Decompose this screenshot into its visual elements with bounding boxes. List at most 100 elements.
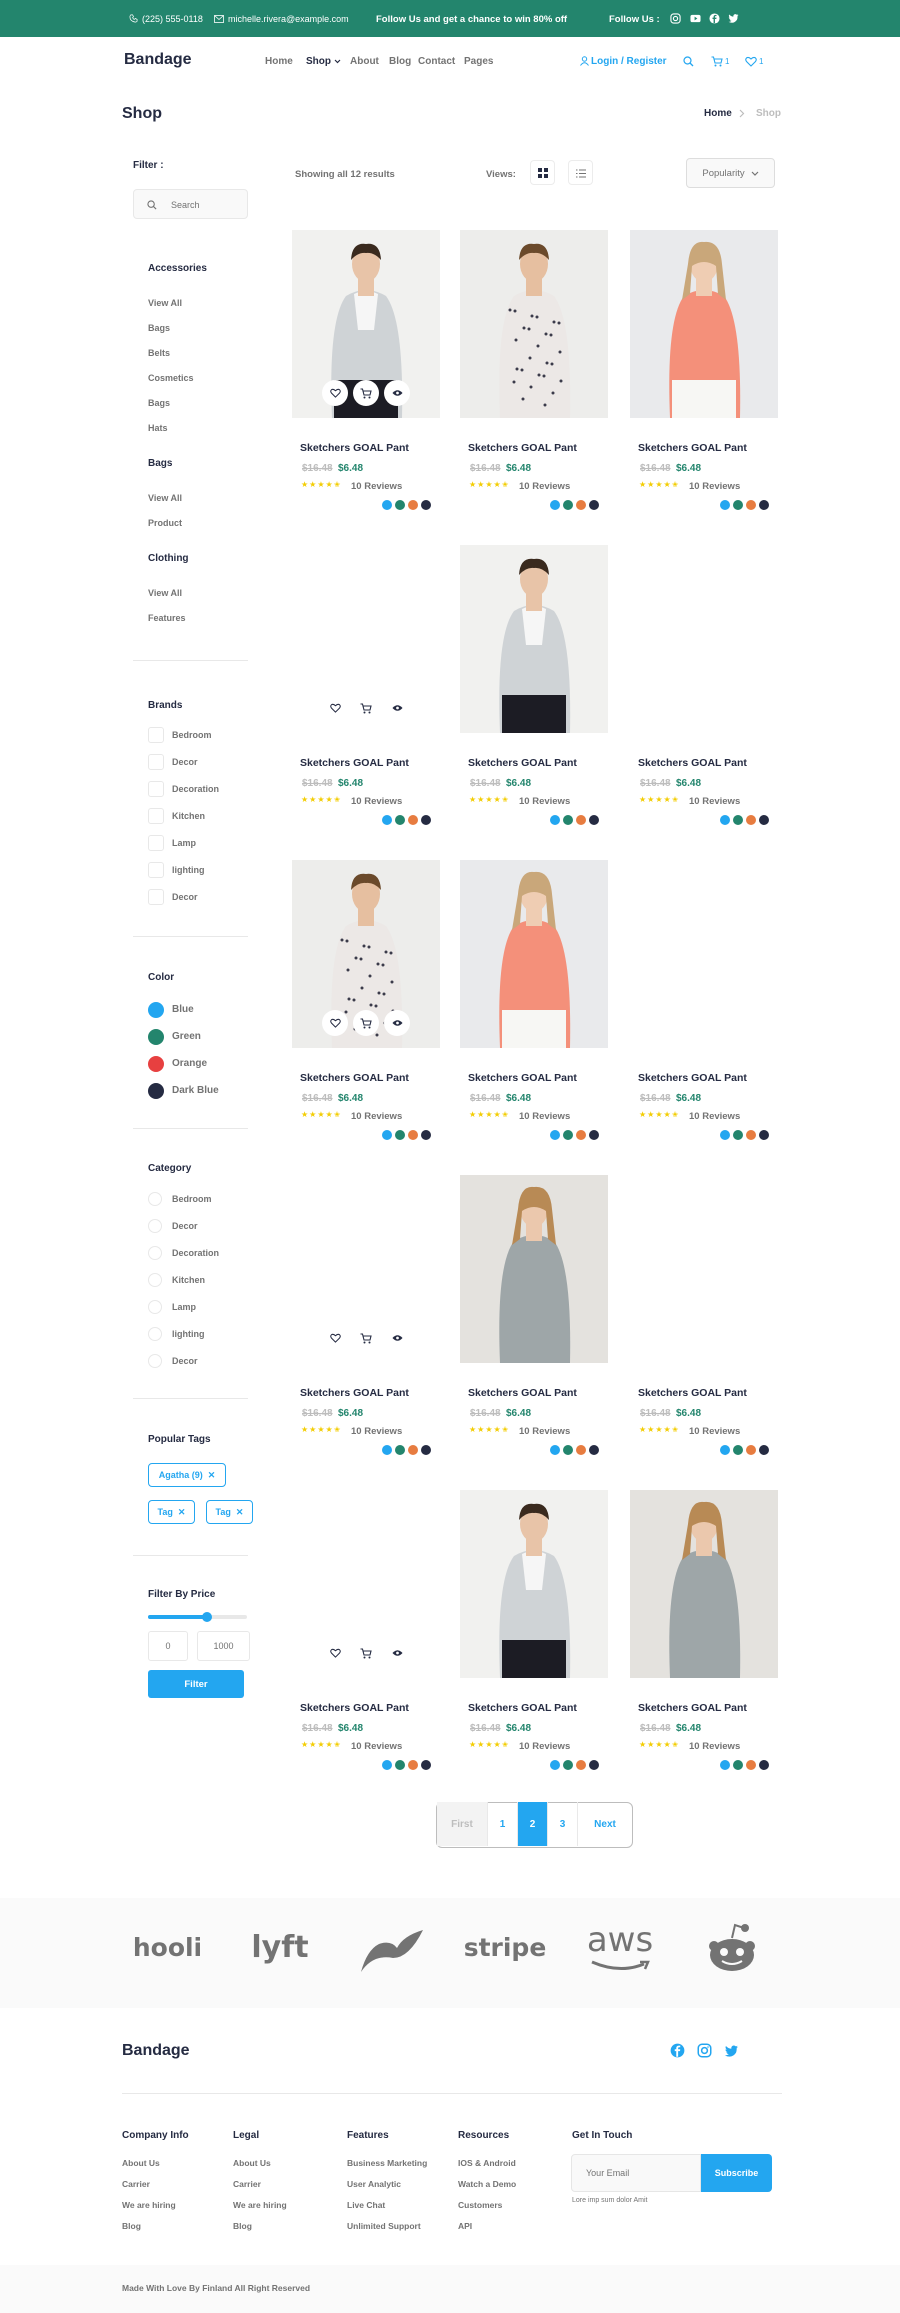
- product-color-swatch[interactable]: [395, 500, 405, 510]
- product-color-swatch[interactable]: [395, 1130, 405, 1140]
- footer-brand-logo[interactable]: Bandage: [122, 2042, 190, 2060]
- product-color-swatch[interactable]: [720, 1130, 730, 1140]
- subscribe-button[interactable]: Subscribe: [701, 2154, 772, 2192]
- pagination-page-1[interactable]: 1: [488, 1802, 518, 1846]
- product-color-swatch[interactable]: [408, 1760, 418, 1770]
- product-title[interactable]: Sketchers GOAL Pant: [468, 1702, 577, 1714]
- product-title[interactable]: Sketchers GOAL Pant: [638, 1387, 747, 1399]
- list-view-button[interactable]: [568, 160, 593, 185]
- pagination-page-3[interactable]: 3: [548, 1802, 578, 1846]
- product-color-swatch[interactable]: [759, 815, 769, 825]
- product-color-swatch[interactable]: [576, 815, 586, 825]
- product-title[interactable]: Sketchers GOAL Pant: [638, 442, 747, 454]
- footer-link[interactable]: Customers: [458, 2200, 502, 2210]
- product-color-swatch[interactable]: [759, 500, 769, 510]
- product-color-swatch[interactable]: [421, 500, 431, 510]
- product-color-swatch[interactable]: [589, 815, 599, 825]
- twitter-icon[interactable]: [728, 13, 739, 24]
- footer-link[interactable]: Watch a Demo: [458, 2179, 516, 2189]
- brand-checkbox[interactable]: [148, 754, 164, 770]
- product-color-swatch[interactable]: [589, 1760, 599, 1770]
- youtube-icon[interactable]: [690, 13, 701, 24]
- add-to-cart-button[interactable]: [353, 380, 379, 406]
- cart-icon[interactable]: [711, 56, 723, 67]
- pagination-next[interactable]: Next: [578, 1802, 632, 1846]
- color-swatch-orange[interactable]: [148, 1056, 164, 1072]
- brand-checkbox[interactable]: [148, 808, 164, 824]
- price-max-input[interactable]: 1000: [197, 1631, 250, 1661]
- footer-link[interactable]: Live Chat: [347, 2200, 385, 2210]
- sidebar-link[interactable]: Bags: [148, 323, 170, 333]
- footer-link[interactable]: Blog: [122, 2221, 141, 2231]
- product-color-swatch[interactable]: [395, 815, 405, 825]
- product-color-swatch[interactable]: [733, 1445, 743, 1455]
- product-color-swatch[interactable]: [576, 1130, 586, 1140]
- product-color-swatch[interactable]: [576, 500, 586, 510]
- nav-home[interactable]: Home: [265, 56, 293, 67]
- twitter-icon[interactable]: [724, 2044, 739, 2057]
- product-color-swatch[interactable]: [408, 500, 418, 510]
- product-title[interactable]: Sketchers GOAL Pant: [468, 1072, 577, 1084]
- sort-select[interactable]: Popularity: [686, 158, 775, 188]
- product-color-swatch[interactable]: [563, 1445, 573, 1455]
- product-color-swatch[interactable]: [733, 815, 743, 825]
- product-color-swatch[interactable]: [746, 500, 756, 510]
- product-color-swatch[interactable]: [746, 1130, 756, 1140]
- product-image[interactable]: [460, 860, 608, 1048]
- category-radio[interactable]: [148, 1300, 162, 1314]
- product-color-swatch[interactable]: [563, 500, 573, 510]
- product-title[interactable]: Sketchers GOAL Pant: [638, 1702, 747, 1714]
- nav-blog[interactable]: Blog: [389, 56, 411, 67]
- product-color-swatch[interactable]: [421, 1760, 431, 1770]
- product-title[interactable]: Sketchers GOAL Pant: [300, 1702, 409, 1714]
- footer-link[interactable]: Carrier: [233, 2179, 261, 2189]
- brand-checkbox[interactable]: [148, 889, 164, 905]
- sidebar-link[interactable]: View All: [148, 298, 182, 308]
- add-to-cart-button[interactable]: [353, 695, 379, 721]
- brand-checkbox[interactable]: [148, 835, 164, 851]
- product-title[interactable]: Sketchers GOAL Pant: [300, 1072, 409, 1084]
- sidebar-link[interactable]: View All: [148, 493, 182, 503]
- product-color-swatch[interactable]: [746, 815, 756, 825]
- footer-link[interactable]: Carrier: [122, 2179, 150, 2189]
- brand-logo[interactable]: Bandage: [124, 51, 192, 69]
- product-color-swatch[interactable]: [759, 1130, 769, 1140]
- sidebar-link[interactable]: View All: [148, 588, 182, 598]
- footer-link[interactable]: We are hiring: [122, 2200, 176, 2210]
- pagination-page-2[interactable]: 2: [518, 1802, 548, 1846]
- footer-link[interactable]: About Us: [233, 2158, 271, 2168]
- color-swatch-dark-blue[interactable]: [148, 1083, 164, 1099]
- product-title[interactable]: Sketchers GOAL Pant: [300, 1387, 409, 1399]
- nav-about[interactable]: About: [350, 56, 379, 67]
- price-slider-handle[interactable]: [202, 1612, 212, 1622]
- wishlist-button[interactable]: [322, 1325, 348, 1351]
- nav-contact[interactable]: Contact: [418, 56, 455, 67]
- product-color-swatch[interactable]: [759, 1445, 769, 1455]
- wishlist-button[interactable]: [322, 695, 348, 721]
- category-radio[interactable]: [148, 1354, 162, 1368]
- product-color-swatch[interactable]: [550, 500, 560, 510]
- product-color-swatch[interactable]: [421, 815, 431, 825]
- add-to-cart-button[interactable]: [353, 1640, 379, 1666]
- product-color-swatch[interactable]: [382, 1760, 392, 1770]
- product-color-swatch[interactable]: [563, 1130, 573, 1140]
- product-color-swatch[interactable]: [733, 1130, 743, 1140]
- product-color-swatch[interactable]: [563, 1760, 573, 1770]
- price-min-input[interactable]: 0: [148, 1631, 188, 1661]
- wishlist-button[interactable]: [322, 1640, 348, 1666]
- brand-checkbox[interactable]: [148, 727, 164, 743]
- newsletter-email-input[interactable]: Your Email: [571, 2154, 701, 2192]
- facebook-icon[interactable]: [670, 2043, 685, 2058]
- footer-link[interactable]: Business Marketing: [347, 2158, 427, 2168]
- product-image[interactable]: [630, 1490, 778, 1678]
- product-title[interactable]: Sketchers GOAL Pant: [300, 757, 409, 769]
- product-color-swatch[interactable]: [576, 1760, 586, 1770]
- heart-icon[interactable]: [745, 56, 757, 67]
- product-color-swatch[interactable]: [395, 1760, 405, 1770]
- instagram-icon[interactable]: [697, 2043, 712, 2058]
- product-color-swatch[interactable]: [550, 1445, 560, 1455]
- tag-chip[interactable]: Agatha (9) ✕: [148, 1463, 226, 1487]
- product-color-swatch[interactable]: [550, 815, 560, 825]
- search-input[interactable]: Search: [133, 189, 248, 219]
- product-color-swatch[interactable]: [421, 1445, 431, 1455]
